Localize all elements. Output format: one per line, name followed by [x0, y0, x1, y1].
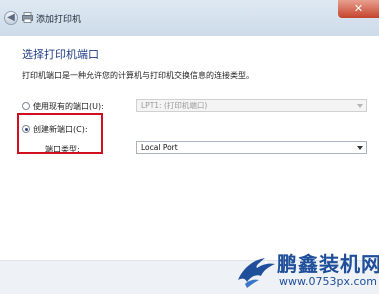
port-type-dropdown[interactable]: Local Port [136, 141, 367, 154]
highlight-annotation [17, 113, 103, 154]
back-button[interactable]: ◀ [4, 11, 18, 25]
back-arrow-icon: ◀ [7, 12, 15, 23]
window-titlebar: ◀ 添加打印机 ✕ [0, 0, 379, 36]
use-existing-port-label[interactable]: 使用现有的端口(U): [33, 101, 104, 112]
dragon-logo-icon [238, 258, 275, 288]
watermark-brand: 鹏鑫装机网 [277, 252, 379, 276]
close-icon: ✕ [353, 2, 364, 15]
port-type-value: Local Port [141, 143, 178, 152]
printer-icon [22, 12, 33, 23]
close-button[interactable]: ✕ [338, 0, 379, 18]
page-description: 打印机端口是一种允许您的计算机与打印机交换信息的连接类型。 [22, 71, 254, 80]
existing-port-dropdown: LPT1: (打印机端口) [136, 99, 367, 112]
chevron-down-icon [357, 146, 363, 150]
existing-port-value: LPT1: (打印机端口) [141, 101, 208, 110]
chevron-down-icon [357, 104, 363, 108]
site-watermark: 鹏鑫装机网 www.0753px.com [235, 248, 379, 292]
use-existing-port-radio[interactable] [22, 102, 30, 110]
watermark-url: www.0753px.com [279, 275, 377, 288]
window-title: 添加打印机 [36, 15, 82, 25]
page-title: 选择打印机端口 [22, 48, 99, 61]
